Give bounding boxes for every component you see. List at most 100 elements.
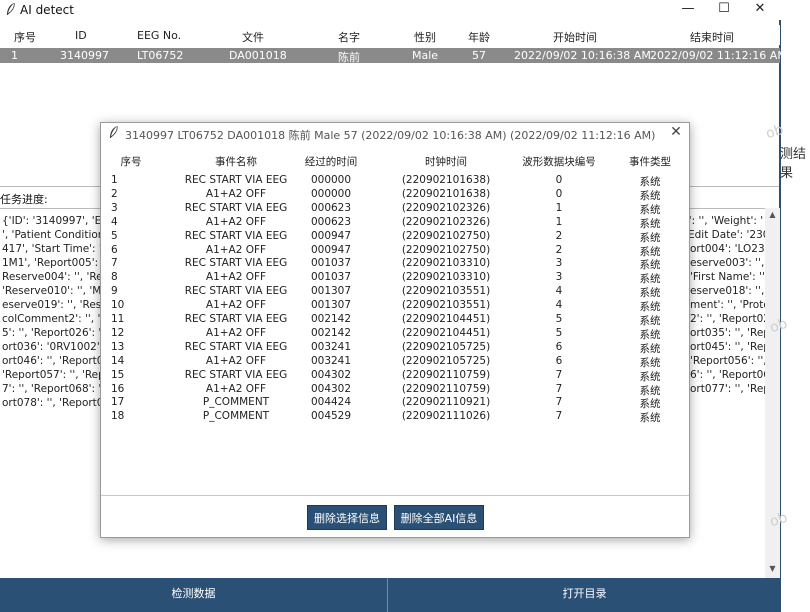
col-header-clock-time[interactable]: 时钟时间 [391, 154, 501, 169]
cell-block-no: 3 [555, 257, 563, 270]
detect-data-button[interactable]: 检测数据 [0, 578, 387, 612]
col-header-end-time[interactable]: 结束时间 [690, 29, 734, 45]
log-line: Reserve004': '', 'Rese [2, 271, 115, 283]
cell-clock-time: (220902105725) [401, 354, 491, 367]
col-header-age[interactable]: 年龄 [468, 29, 490, 45]
cell-clock-time: (220902104451) [401, 326, 491, 339]
cell-block-no: 2 [555, 229, 563, 242]
cell-event-type: 系统 [639, 189, 661, 202]
col-header-file[interactable]: 文件 [242, 29, 264, 45]
dialog-close-button[interactable]: ✕ [667, 124, 685, 140]
col-header-event-name[interactable]: 事件名称 [176, 154, 296, 169]
table-row[interactable]: 9 REC START VIA EEG 001307 (220902103551) 4 系… [101, 285, 689, 299]
table-row[interactable]: 14 A1+A2 OFF 003241 (220902105725) 6 系统 [101, 354, 689, 369]
cell-block-no: 7 [555, 368, 563, 381]
cell-clock-time: (220902110759) [401, 382, 491, 395]
feather-icon [110, 126, 118, 138]
dialog-title: 3140997 LT06752 DA001018 陈前 Male 57 (202… [125, 129, 656, 142]
scroll-down-icon[interactable]: ▼ [765, 564, 780, 573]
cell-block-no: 1 [555, 201, 563, 214]
cell-event-type: 系统 [639, 231, 661, 244]
app-title: AI detect [20, 3, 74, 17]
cell-block-no: 5 [555, 326, 563, 339]
cell-event-name: REC START VIA EEG [184, 368, 288, 381]
cell-block-no: 2 [555, 243, 563, 256]
table-row[interactable]: 1 3140997 LT06752 DA001018 陈前 Male 57 20… [0, 48, 787, 64]
cell-index: 7 [111, 257, 118, 270]
cell-event-name: A1+A2 OFF [205, 382, 267, 395]
cell-event-type: 系统 [639, 384, 661, 397]
log-line: ort045': '', 'Rep [690, 341, 770, 353]
cell-index: 13 [111, 340, 125, 353]
table-row[interactable]: 16 A1+A2 OFF 004302 (220902110759) 7 系统 [101, 382, 689, 397]
log-line: 1M1', 'Report005': '1 [2, 257, 112, 269]
col-header-id[interactable]: ID [75, 29, 87, 42]
table-row[interactable]: 4 A1+A2 OFF 000623 (220902102326) 1 系统 [101, 216, 689, 230]
cell-event-type: 系统 [639, 273, 661, 286]
cell-clock-time: (220902110921) [401, 396, 491, 409]
cell-elapsed-time: 000947 [310, 243, 352, 256]
scroll-up-icon[interactable]: ▲ [765, 210, 780, 219]
table-row[interactable]: 18 P_COMMENT 004529 (220902111026) 7 系统 [101, 410, 689, 424]
cell-clock-time: (220902102326) [401, 201, 491, 214]
cell-elapsed-time: 001037 [310, 271, 352, 284]
table-row[interactable]: 7 REC START VIA EEG 001037 (220902103310) 3 系… [101, 257, 689, 271]
cell-event-name: REC START VIA EEG [184, 313, 288, 325]
table-row[interactable]: 12 A1+A2 OFF 002142 (220902104451) 5 系统 [101, 326, 689, 341]
cell-index: 15 [111, 368, 125, 381]
cell-event-name: REC START VIA EEG [184, 340, 288, 353]
table-row[interactable]: 11 REC START VIA EEG 002142 (220902104451) 5… [101, 313, 689, 327]
watermark-text: ob [767, 509, 790, 531]
table-row[interactable]: 2 A1+A2 OFF 000000 (220902101638) 0 系统 [101, 187, 689, 202]
col-header-event-type[interactable]: 事件类型 [617, 154, 683, 169]
watermark-text: ob [767, 315, 790, 337]
table-row[interactable]: 8 A1+A2 OFF 001037 (220902103310) 3 系统 [101, 271, 689, 286]
event-dialog: 3140997 LT06752 DA001018 陈前 Male 57 (202… [100, 122, 690, 538]
delete-all-ai-button[interactable]: 删除全部AI信息 [394, 505, 484, 530]
cell-elapsed-time: 004529 [310, 410, 352, 423]
cell-event-type: 系统 [639, 203, 661, 216]
cell-id: 3140997 [60, 49, 109, 62]
table-row[interactable]: 17 P_COMMENT 004424 (220902110921) 7 系统 [101, 396, 689, 410]
cell-clock-time: (220902103310) [401, 257, 491, 270]
log-line: 'Reserve010': '', 'M.I.' [2, 285, 114, 297]
log-line: ort077': '', 'Rep [690, 383, 770, 395]
cell-index: 8 [111, 271, 118, 284]
cell-block-no: 7 [555, 410, 563, 423]
table-row[interactable]: 3 REC START VIA EEG 000623 (220902102326) 1 系… [101, 201, 689, 216]
table-row[interactable]: 6 A1+A2 OFF 000947 (220902102750) 2 系统 [101, 243, 689, 258]
col-header-gender[interactable]: 性别 [414, 29, 436, 45]
cell-event-name: A1+A2 OFF [205, 187, 267, 200]
col-header-block-no[interactable]: 波形数据块编号 [511, 154, 607, 169]
open-directory-button[interactable]: 打开目录 [388, 578, 781, 612]
minimize-button[interactable]: — [670, 0, 706, 20]
table-row[interactable]: 13 REC START VIA EEG 003241 (220902105725) 6… [101, 340, 689, 355]
cell-clock-time: (220902110759) [401, 368, 491, 381]
cell-clock-time: (220902104451) [401, 313, 491, 325]
cell-event-name: P_COMMENT [202, 410, 270, 423]
cell-event-type: 系统 [639, 328, 661, 341]
cell-event-name: A1+A2 OFF [205, 354, 267, 367]
maximize-button[interactable]: ☐ [706, 0, 742, 20]
record-table-header: 序号 ID EEG No. 文件 名字 性别 年龄 开始时间 结束时间 [0, 25, 780, 45]
log-line: 'Report057': '', 'Repo [2, 369, 112, 381]
col-header-index[interactable]: 序号 [14, 29, 36, 45]
table-row[interactable]: 15 REC START VIA EEG 004302 (220902110759) 7… [101, 368, 689, 383]
col-header-eeg-no[interactable]: EEG No. [137, 29, 181, 42]
col-header-elapsed-time[interactable]: 经过的时间 [291, 154, 371, 169]
delete-selected-button[interactable]: 删除选择信息 [307, 505, 387, 530]
table-row[interactable]: 5 REC START VIA EEG 000947 (220902102750) 2 系… [101, 229, 689, 244]
cell-elapsed-time: 004424 [310, 396, 352, 409]
col-header-start-time[interactable]: 开始时间 [553, 29, 597, 45]
col-header-index[interactable]: 序号 [111, 154, 151, 169]
log-line: ment': '', 'Proto [690, 299, 770, 311]
cell-event-name: A1+A2 OFF [205, 271, 267, 284]
table-row[interactable]: 10 A1+A2 OFF 001307 (220902103551) 4 系统 [101, 299, 689, 313]
close-button[interactable]: ✕ [742, 0, 778, 20]
table-row[interactable]: 1 REC START VIA EEG 000000 (220902101638) 0 系… [101, 174, 689, 188]
cell-clock-time: (220902103551) [401, 299, 491, 312]
col-header-name[interactable]: 名字 [338, 29, 360, 45]
dialog-title-bar: 3140997 LT06752 DA001018 陈前 Male 57 (202… [101, 123, 689, 143]
cell-event-name: A1+A2 OFF [205, 299, 267, 312]
cell-block-no: 0 [555, 187, 563, 200]
